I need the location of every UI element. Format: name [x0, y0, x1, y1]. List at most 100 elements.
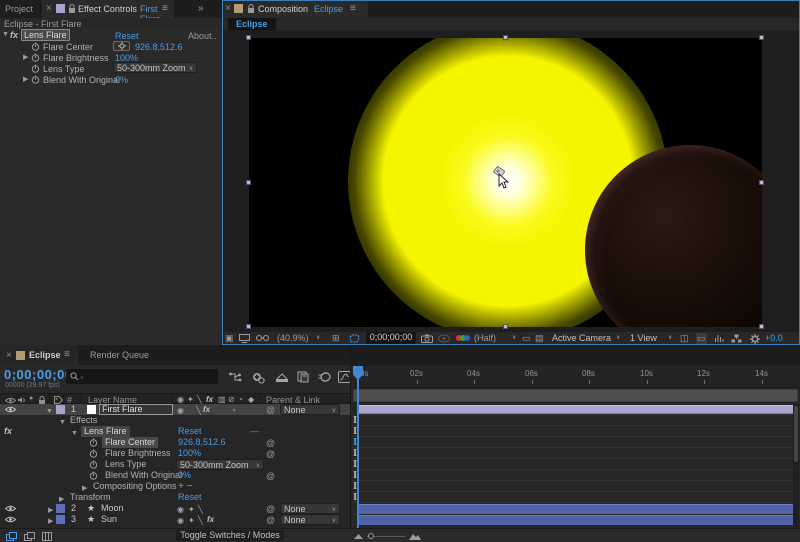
- stopwatch-icon[interactable]: [89, 471, 98, 480]
- timeline-vscrollbar-thumb[interactable]: [794, 406, 798, 462]
- view-layout-dropdown[interactable]: 1 View: [630, 333, 657, 343]
- layer-row-moon[interactable]: ▶ 2 ★ Moon ◉ ✦ ╲ @ None ∨: [0, 503, 350, 514]
- group-row-transform[interactable]: ▶ Transform Reset: [0, 492, 350, 503]
- stopwatch-icon[interactable]: [89, 460, 98, 469]
- timeline-vscrollbar[interactable]: [793, 404, 799, 528]
- group-row-effects[interactable]: ▼ Effects: [0, 415, 350, 426]
- snapshot-camera-icon[interactable]: [421, 334, 433, 343]
- in-out-columns-icon[interactable]: [42, 532, 52, 541]
- show-snapshot-icon[interactable]: [438, 334, 450, 343]
- parent-dropdown[interactable]: None ∨: [280, 503, 340, 514]
- effect-name[interactable]: Lens Flare: [21, 29, 70, 41]
- effect-row-lens-flare[interactable]: fx ▼ Lens Flare Reset —: [0, 426, 350, 437]
- quality-switch-icon[interactable]: ╲: [198, 515, 203, 526]
- stopwatch-icon[interactable]: [31, 53, 40, 62]
- prop-row-flare-center[interactable]: Flare Center 926.8,512.6 @: [0, 437, 350, 448]
- show-channel-icon[interactable]: [456, 334, 470, 343]
- prop-row-lens-type[interactable]: Lens Type 50-300mm Zoom ∨ @: [0, 459, 350, 470]
- resolution-dropdown[interactable]: (Half): [474, 333, 496, 343]
- comp-handle[interactable]: [246, 35, 251, 40]
- label-color-swatch[interactable]: [56, 4, 65, 13]
- work-area-bar[interactable]: [353, 389, 798, 402]
- close-icon[interactable]: ×: [6, 350, 12, 361]
- stopwatch-icon[interactable]: [31, 64, 40, 73]
- property-label[interactable]: Flare Center: [43, 42, 93, 52]
- fast-previews-icon[interactable]: ▭: [522, 333, 531, 344]
- comp-handle[interactable]: [503, 35, 508, 40]
- layer-expander-icon[interactable]: ▶: [48, 516, 53, 527]
- reset-link[interactable]: Reset: [178, 492, 202, 503]
- layer-row-sun[interactable]: ▶ 3 ★ Sun ◉ ✦ ╲ fx @ None ∨: [0, 514, 350, 525]
- property-value[interactable]: 926.8,512.6: [135, 42, 183, 52]
- prop-label[interactable]: Blend With Original: [105, 470, 182, 481]
- transparency-grid-icon[interactable]: ▤: [535, 333, 544, 344]
- magnification-dropdown[interactable]: (40.9%): [277, 333, 309, 343]
- property-label[interactable]: Blend With Original: [43, 75, 120, 85]
- lens-type-dropdown[interactable]: 50-300mm Zoom ∨: [176, 459, 264, 470]
- chevron-down-icon[interactable]: ∨: [316, 334, 320, 341]
- shy-layers-icon[interactable]: [275, 372, 289, 383]
- prop-row-blend[interactable]: Blend With Original 0% @: [0, 470, 350, 481]
- time-ruler[interactable]: 0s 02s 04s 06s 08s 10s 12s 14s: [351, 366, 800, 388]
- tab-overflow-icon[interactable]: »: [198, 3, 204, 14]
- layer-row-first-flare[interactable]: ▼ 1 First Flare ◉ ╲ fx ◔ @ None ∨: [0, 404, 350, 415]
- comp-canvas[interactable]: [249, 38, 762, 327]
- layer-bar-moon[interactable]: [357, 504, 798, 514]
- timeline-zoom-knob[interactable]: [368, 533, 374, 539]
- parent-dropdown[interactable]: None ∨: [280, 514, 340, 525]
- lens-type-dropdown[interactable]: 50-300mm Zoom ∨: [113, 62, 197, 73]
- chevron-down-icon[interactable]: ∨: [668, 334, 672, 341]
- tab-project[interactable]: Project: [5, 4, 33, 14]
- panel-menu-icon[interactable]: ≡: [350, 3, 356, 14]
- shy-switch-icon[interactable]: ◉: [177, 515, 184, 526]
- zoom-out-mountain-icon[interactable]: [354, 533, 363, 539]
- close-icon[interactable]: ×: [225, 3, 231, 14]
- eye-toggle-icon[interactable]: [5, 505, 16, 512]
- twirl-closed-icon[interactable]: ▶: [23, 75, 28, 83]
- comp-breadcrumb-chip[interactable]: Eclipse: [228, 18, 276, 30]
- layer-color-swatch[interactable]: [56, 515, 65, 524]
- network-icon[interactable]: [731, 334, 742, 343]
- always-preview-icon[interactable]: ▣: [225, 333, 234, 344]
- layer-color-swatch[interactable]: [56, 504, 65, 513]
- property-label[interactable]: Flare Brightness: [43, 53, 109, 63]
- parent-dropdown[interactable]: None ∨: [280, 404, 340, 415]
- about-link[interactable]: About..: [188, 31, 217, 41]
- layer-bar-sun[interactable]: [357, 515, 798, 525]
- prop-label[interactable]: Lens Type: [105, 459, 146, 470]
- histogram-icon[interactable]: [714, 334, 725, 343]
- property-value[interactable]: 0%: [115, 75, 128, 85]
- current-timecode[interactable]: 0;00;00;00: [4, 367, 73, 382]
- panel-menu-icon[interactable]: ≡: [162, 3, 168, 14]
- effect-header-row[interactable]: ▼ fx Lens Flare Reset About..: [0, 30, 222, 41]
- playhead-line[interactable]: [357, 366, 359, 528]
- group-label[interactable]: Compositing Options: [93, 481, 177, 492]
- expand-layers-icon[interactable]: [6, 532, 18, 541]
- camera-view-dropdown[interactable]: Active Camera: [552, 333, 611, 343]
- gear-icon[interactable]: [750, 334, 760, 344]
- effect-label[interactable]: Lens Flare: [81, 426, 130, 437]
- toggle-switches-modes-button[interactable]: Toggle Switches / Modes: [176, 530, 284, 541]
- expand-props-icon[interactable]: [24, 532, 36, 541]
- prop-value[interactable]: 100%: [178, 448, 201, 459]
- monitor-icon[interactable]: [239, 334, 250, 343]
- prop-value[interactable]: 926.8,512.6: [178, 437, 226, 448]
- comp-handle[interactable]: [503, 324, 508, 329]
- stopwatch-icon[interactable]: [89, 438, 98, 447]
- stopwatch-icon[interactable]: [89, 449, 98, 458]
- motion-blur-icon[interactable]: [318, 372, 331, 382]
- current-time-box[interactable]: 0;00;00;00: [366, 332, 416, 344]
- group-row-compositing-options[interactable]: ▶ Compositing Options + −: [0, 481, 350, 492]
- collapse-switch-icon[interactable]: ✦: [188, 515, 195, 526]
- layer-name[interactable]: Moon: [101, 503, 124, 514]
- draft-3d-icon[interactable]: ▭: [696, 333, 707, 344]
- chevron-down-icon[interactable]: ∨: [512, 334, 516, 341]
- prop-row-flare-brightness[interactable]: Flare Brightness 100% @: [0, 448, 350, 459]
- twirl-open-icon[interactable]: ▼: [2, 31, 9, 38]
- parent-pickwhip-icon[interactable]: @: [266, 515, 275, 526]
- draft-3d-icon[interactable]: [252, 372, 265, 384]
- comp-handle[interactable]: [759, 324, 764, 329]
- grid-guides-icon[interactable]: ⊞: [332, 333, 340, 344]
- stopwatch-icon[interactable]: [31, 75, 40, 84]
- chevron-down-icon[interactable]: ∨: [616, 334, 620, 341]
